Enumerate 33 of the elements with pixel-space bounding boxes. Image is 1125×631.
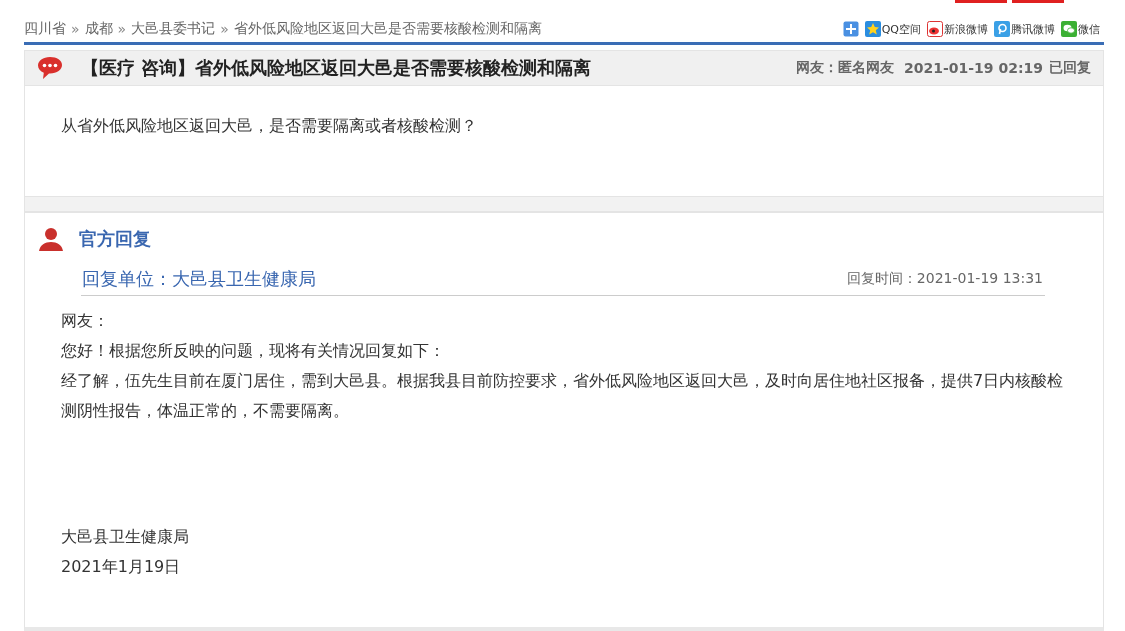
speech-bubble-icon [37,56,63,80]
share-link[interactable]: QQ空间 [864,21,921,37]
reply-heading: 官方回复 [79,227,151,251]
signature-line: 2021年1月19日 [61,556,182,578]
asker-name: 网友：匿名网友 [796,59,894,77]
question-title: 【医疗 咨询】省外低风险地区返回大邑是否需要核酸检测和隔离 [81,56,593,80]
plus-icon[interactable] [842,21,859,37]
breadcrumb-separator: » [117,21,127,37]
breadcrumb-link[interactable]: 大邑县委书记 [131,20,216,38]
reply-paragraph: 网友： [61,310,110,332]
weibo-icon [927,21,943,37]
breadcrumb-link[interactable]: 四川省 [24,20,66,38]
reply-paragraph: 经了解，伍先生目前在厦门居住，需到大邑县。根据我县目前防控要求，省外低风险地区返回大邑，及时向居住地社区报备，提供7日内核酸检测阴性报告，体温正常的，不需要隔离。 [61,370,1065,422]
share-link[interactable]: 腾讯微博 [994,21,1055,37]
star-icon [864,21,881,37]
breadcrumb-link[interactable]: 成都 [84,20,113,38]
reply-paragraph: 您好！根据您所反映的问题，现将有关情况回复如下： [61,340,446,362]
breadcrumb-separator: » [71,21,80,37]
tencent-icon [994,21,1010,37]
breadcrumb-link[interactable]: 省外低风险地区返回大邑是否需要核酸检测和隔离 [233,20,542,38]
reply-status: 已回复 [1049,59,1091,77]
reply-unit: 回复单位：大邑县卫生健康局 [82,267,316,291]
signature-line: 大邑县卫生健康局 [61,526,190,548]
nav-tab[interactable] [1012,0,1064,3]
share-link[interactable]: 微信 [1061,21,1100,37]
question-text: 从省外低风险地区返回大邑，是否需要隔离或者核酸检测？ [60,115,478,137]
share-link[interactable]: 新浪微博 [927,21,988,37]
chat-bubbles-icon [1061,21,1077,37]
person-icon [39,227,63,251]
breadcrumb-separator: » [220,21,229,37]
question-time: 2021-01-19 02:19 [904,60,1043,76]
nav-tab[interactable] [955,0,1007,3]
reply-time: 回复时间：2021-01-19 13:31 [846,270,1043,288]
